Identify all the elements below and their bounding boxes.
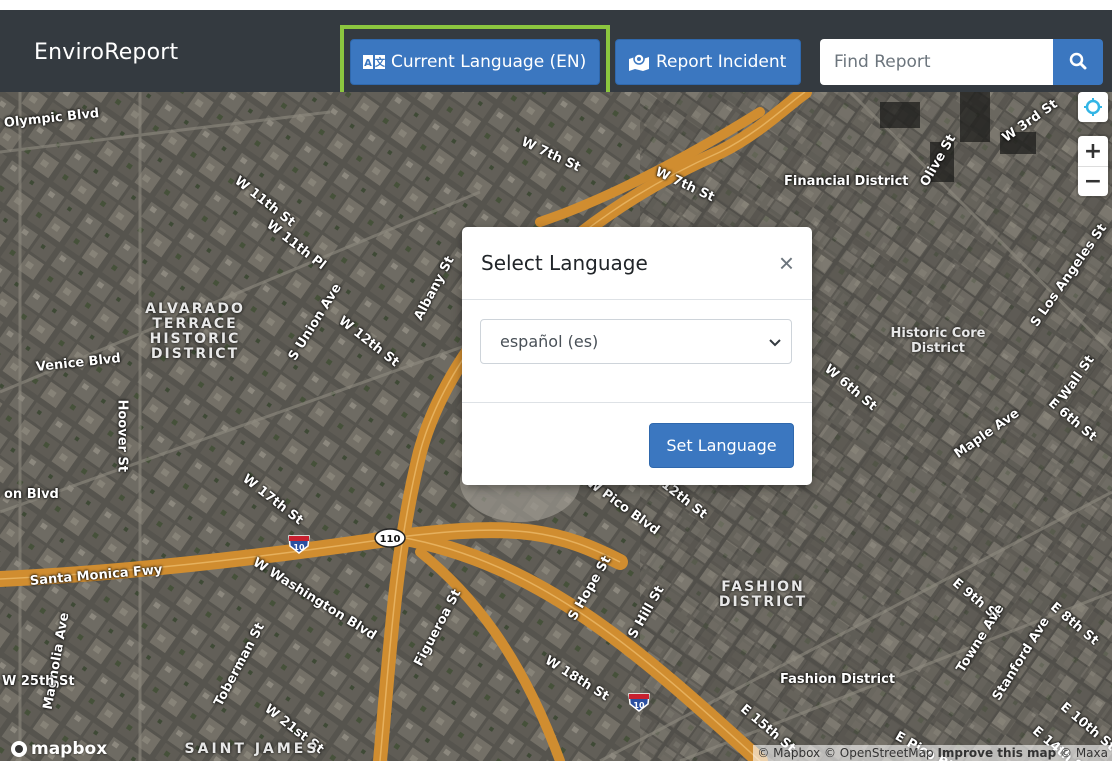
report-incident-label: Report Incident [656, 52, 787, 72]
area-label: FASHION DISTRICT [718, 579, 808, 610]
language-select-value: español (es) [500, 332, 599, 351]
language-icon: A 文 [363, 55, 385, 69]
chevron-down-icon [769, 332, 781, 351]
mapbox-logo-text: mapbox [31, 739, 108, 759]
set-language-button[interactable]: Set Language [649, 423, 794, 468]
report-incident-button[interactable]: Report Incident [615, 39, 801, 85]
area-label: SAINT JAMES [184, 741, 320, 757]
current-language-label: Current Language (EN) [391, 52, 587, 72]
modal-header: Select Language × [462, 227, 812, 300]
svg-text:10: 10 [293, 543, 305, 552]
select-language-modal: Select Language × español (es) Set Langu… [462, 227, 812, 485]
area-label: Historic Core District [890, 326, 986, 356]
zoom-in-button[interactable]: + [1078, 136, 1108, 166]
app-window: EnviroReport A 文 Current Language (EN) R… [0, 0, 1112, 771]
svg-text:10: 10 [633, 701, 645, 710]
locate-icon[interactable] [1078, 92, 1108, 122]
area-label: ALVARADO TERRACE HISTORIC DISTRICT [145, 301, 245, 362]
modal-footer: Set Language [462, 403, 812, 484]
language-select[interactable]: español (es) [480, 319, 792, 364]
street-label: W 25th St [2, 674, 75, 689]
zoom-out-button[interactable]: − [1078, 166, 1108, 196]
search-icon [1069, 52, 1087, 73]
map-attribution: © Mapbox © OpenStreetMap Improve this ma… [753, 745, 1112, 761]
attribution-tail: © Maxa [1056, 746, 1108, 760]
mapbox-logo[interactable]: mapbox [10, 739, 107, 759]
top-navbar: EnviroReport A 文 Current Language (EN) R… [0, 10, 1112, 97]
interstate-shield: 10 [288, 534, 310, 559]
modal-title: Select Language [481, 251, 648, 275]
search-bar [820, 39, 1103, 85]
current-language-button[interactable]: A 文 Current Language (EN) [350, 39, 600, 85]
close-icon[interactable]: × [779, 250, 794, 276]
street-label: Hoover St [114, 399, 130, 473]
street-label: on Blvd [4, 487, 59, 502]
zoom-control: + − [1078, 136, 1108, 196]
interstate-shield: 10 [628, 692, 650, 717]
svg-text:110: 110 [380, 534, 401, 545]
mapbox-icon [11, 741, 27, 757]
svg-text:A: A [364, 58, 372, 69]
geolocate-control [1078, 92, 1108, 122]
find-report-input[interactable] [820, 39, 1053, 85]
improve-map-link[interactable]: Improve this map [937, 746, 1056, 760]
attribution-text: © Mapbox © OpenStreetMap [757, 746, 938, 760]
modal-body: español (es) [462, 300, 812, 403]
map-marker-icon [628, 53, 650, 71]
district-label: Financial District [784, 174, 909, 189]
district-label: Fashion District [780, 672, 896, 687]
app-brand[interactable]: EnviroReport [34, 40, 178, 65]
highway-shield: 110 [374, 528, 406, 553]
search-button[interactable] [1053, 39, 1103, 85]
svg-text:文: 文 [375, 56, 385, 69]
